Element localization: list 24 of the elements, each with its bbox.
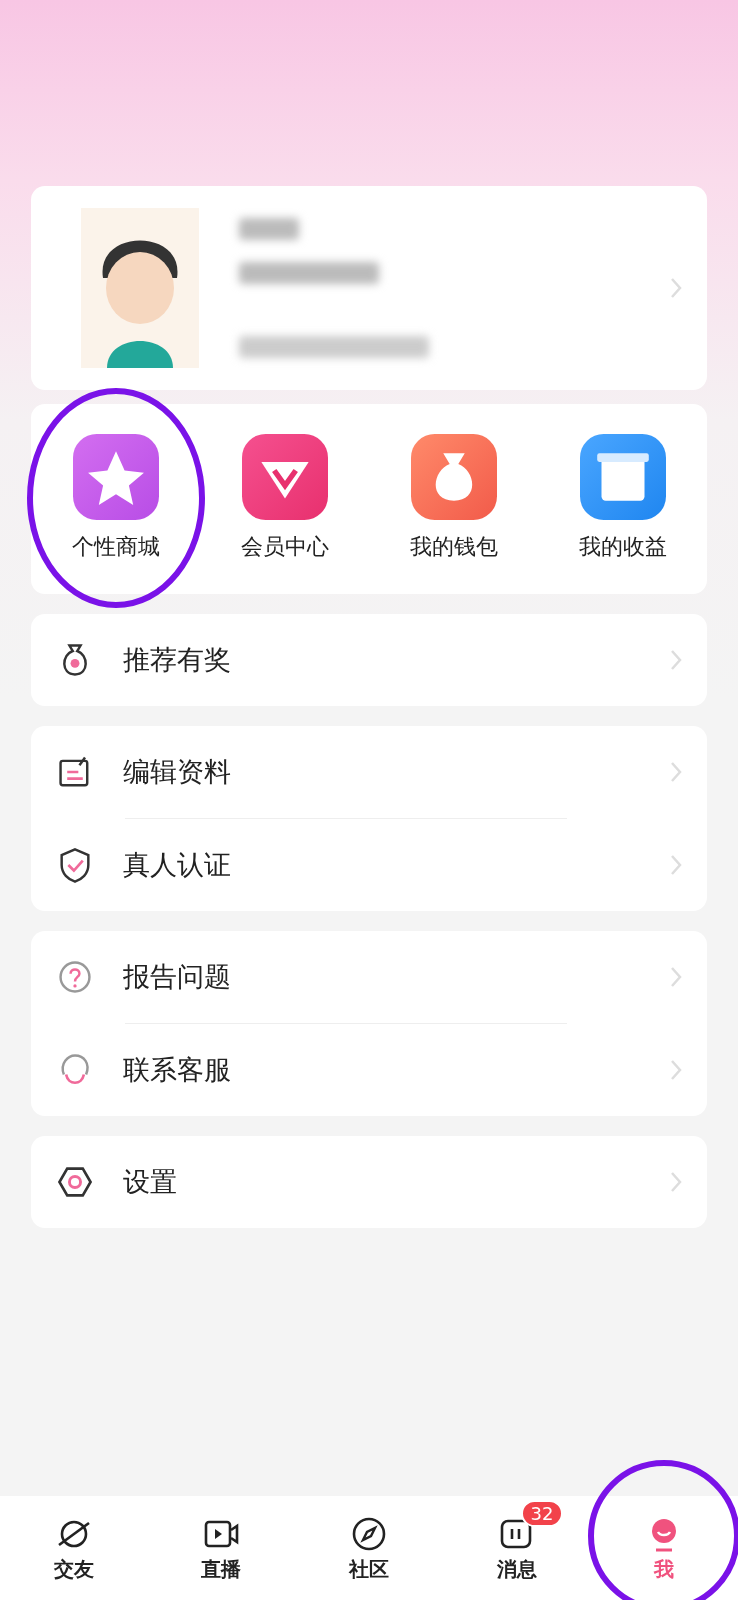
- chevron-icon: [669, 760, 683, 784]
- menu-item[interactable]: 真人认证: [31, 819, 707, 911]
- chevron-icon: [669, 965, 683, 989]
- menu-item[interactable]: 报告问题: [31, 931, 707, 1023]
- chevron-icon: [669, 853, 683, 877]
- chevron-icon: [669, 276, 683, 300]
- menu-item[interactable]: 编辑资料: [31, 726, 707, 818]
- profile-card[interactable]: [31, 186, 707, 390]
- shortcut-label[interactable]: 我的收益: [578, 532, 667, 562]
- menu-item[interactable]: 推荐有奖: [31, 614, 707, 706]
- shortcut-label[interactable]: 我的钱包: [409, 532, 498, 562]
- shortcut-label[interactable]: 个性商城: [71, 532, 160, 562]
- menu-item[interactable]: 联系客服: [31, 1024, 707, 1116]
- tab[interactable]: 社区: [295, 1496, 443, 1600]
- shortcut-label[interactable]: 会员中心: [240, 532, 329, 562]
- menu-item[interactable]: 设置: [31, 1136, 707, 1228]
- chevron-icon: [669, 648, 683, 672]
- chevron-icon: [669, 1058, 683, 1082]
- unread-badge: 32: [520, 1500, 564, 1527]
- chevron-icon: [669, 1170, 683, 1194]
- blurred-text: [239, 218, 299, 240]
- tab[interactable]: 交友: [0, 1496, 148, 1600]
- tab[interactable]: 消息 32: [442, 1496, 591, 1600]
- tab[interactable]: 直播: [147, 1496, 296, 1600]
